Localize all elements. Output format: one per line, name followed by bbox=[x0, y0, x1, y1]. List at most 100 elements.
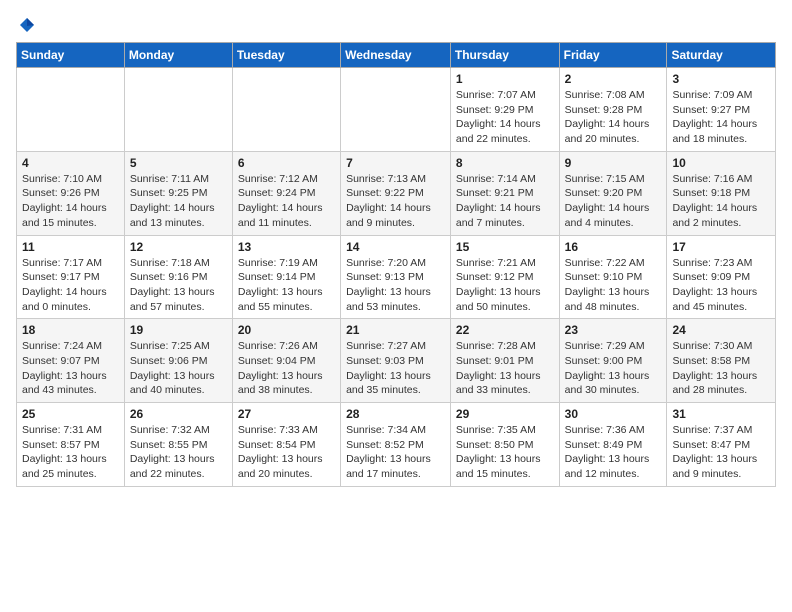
day-number: 16 bbox=[565, 240, 662, 254]
calendar-week-row: 25 Sunrise: 7:31 AM Sunset: 8:57 PM Dayli… bbox=[17, 403, 776, 487]
day-number: 7 bbox=[346, 156, 445, 170]
calendar-cell: 24Sunrise: 7:30 AM Sunset: 8:58 PM Dayli… bbox=[667, 319, 776, 403]
day-info: Sunrise: 7:36 AM Sunset: 8:49 PM Dayligh… bbox=[565, 423, 662, 482]
calendar-header-sunday: Sunday bbox=[17, 43, 125, 68]
calendar-cell: 6Sunrise: 7:12 AM Sunset: 9:24 PM Daylig… bbox=[232, 151, 340, 235]
day-number: 23 bbox=[565, 323, 662, 337]
day-info: Sunrise: 7:23 AM Sunset: 9:09 PM Dayligh… bbox=[672, 256, 770, 315]
day-number: 6 bbox=[238, 156, 335, 170]
calendar-cell: 14 Sunrise: 7:20 AM Sunset: 9:13 PM Dayli… bbox=[341, 235, 451, 319]
day-info: Sunrise: 7:07 AM Sunset: 9:29 PM Dayligh… bbox=[456, 88, 554, 147]
day-number: 26 bbox=[130, 407, 227, 421]
day-number: 1 bbox=[456, 72, 554, 86]
day-number: 18 bbox=[22, 323, 119, 337]
day-number: 14 bbox=[346, 240, 445, 254]
calendar-cell: 4 Sunrise: 7:10 AM Sunset: 9:26 PM Daylig… bbox=[17, 151, 125, 235]
calendar-header-monday: Monday bbox=[124, 43, 232, 68]
calendar-cell: 11 Sunrise: 7:17 AM Sunset: 9:17 PM Dayli… bbox=[17, 235, 125, 319]
day-number: 29 bbox=[456, 407, 554, 421]
day-number: 15 bbox=[456, 240, 554, 254]
calendar-header-friday: Friday bbox=[559, 43, 667, 68]
day-number: 4 bbox=[22, 156, 119, 170]
day-info: Sunrise: 7:37 AM Sunset: 8:47 PM Dayligh… bbox=[672, 423, 770, 482]
day-info: Sunrise: 7:26 AM Sunset: 9:04 PM Dayligh… bbox=[238, 339, 335, 398]
calendar-header-wednesday: Wednesday bbox=[341, 43, 451, 68]
day-number: 27 bbox=[238, 407, 335, 421]
day-info: Sunrise: 7:17 AM Sunset: 9:17 PM Dayligh… bbox=[22, 256, 119, 315]
calendar-cell: 10 Sunrise: 7:16 AM Sunset: 9:18 PM Dayli… bbox=[667, 151, 776, 235]
calendar-cell: 20 Sunrise: 7:26 AM Sunset: 9:04 PM Dayli… bbox=[232, 319, 340, 403]
calendar-cell: 3Sunrise: 7:09 AM Sunset: 9:27 PM Daylig… bbox=[667, 68, 776, 152]
calendar-week-row: 4 Sunrise: 7:10 AM Sunset: 9:26 PM Daylig… bbox=[17, 151, 776, 235]
calendar-cell: 15 Sunrise: 7:21 AM Sunset: 9:12 PM Dayli… bbox=[450, 235, 559, 319]
calendar-cell bbox=[124, 68, 232, 152]
day-info: Sunrise: 7:10 AM Sunset: 9:26 PM Dayligh… bbox=[22, 172, 119, 231]
day-info: Sunrise: 7:29 AM Sunset: 9:00 PM Dayligh… bbox=[565, 339, 662, 398]
day-info: Sunrise: 7:19 AM Sunset: 9:14 PM Dayligh… bbox=[238, 256, 335, 315]
day-info: Sunrise: 7:32 AM Sunset: 8:55 PM Dayligh… bbox=[130, 423, 227, 482]
day-info: Sunrise: 7:22 AM Sunset: 9:10 PM Dayligh… bbox=[565, 256, 662, 315]
calendar-cell: 27 Sunrise: 7:33 AM Sunset: 8:54 PM Dayli… bbox=[232, 403, 340, 487]
calendar-table: SundayMondayTuesdayWednesdayThursdayFrid… bbox=[16, 42, 776, 487]
calendar-cell: 29Sunrise: 7:35 AM Sunset: 8:50 PM Dayli… bbox=[450, 403, 559, 487]
day-number: 8 bbox=[456, 156, 554, 170]
day-number: 25 bbox=[22, 407, 119, 421]
day-number: 13 bbox=[238, 240, 335, 254]
calendar-cell: 7 Sunrise: 7:13 AM Sunset: 9:22 PM Daylig… bbox=[341, 151, 451, 235]
calendar-week-row: 11 Sunrise: 7:17 AM Sunset: 9:17 PM Dayli… bbox=[17, 235, 776, 319]
day-info: Sunrise: 7:14 AM Sunset: 9:21 PM Dayligh… bbox=[456, 172, 554, 231]
calendar-cell: 16 Sunrise: 7:22 AM Sunset: 9:10 PM Dayli… bbox=[559, 235, 667, 319]
calendar-cell bbox=[232, 68, 340, 152]
day-number: 22 bbox=[456, 323, 554, 337]
day-info: Sunrise: 7:31 AM Sunset: 8:57 PM Dayligh… bbox=[22, 423, 119, 482]
day-number: 19 bbox=[130, 323, 227, 337]
calendar-cell: 28 Sunrise: 7:34 AM Sunset: 8:52 PM Dayli… bbox=[341, 403, 451, 487]
logo-icon bbox=[18, 16, 36, 34]
calendar-cell: 21 Sunrise: 7:27 AM Sunset: 9:03 PM Dayli… bbox=[341, 319, 451, 403]
calendar-cell: 18 Sunrise: 7:24 AM Sunset: 9:07 PM Dayli… bbox=[17, 319, 125, 403]
calendar-cell bbox=[17, 68, 125, 152]
day-number: 12 bbox=[130, 240, 227, 254]
day-number: 30 bbox=[565, 407, 662, 421]
day-info: Sunrise: 7:24 AM Sunset: 9:07 PM Dayligh… bbox=[22, 339, 119, 398]
day-number: 2 bbox=[565, 72, 662, 86]
day-number: 10 bbox=[672, 156, 770, 170]
calendar-week-row: 1 Sunrise: 7:07 AM Sunset: 9:29 PM Daylig… bbox=[17, 68, 776, 152]
day-info: Sunrise: 7:25 AM Sunset: 9:06 PM Dayligh… bbox=[130, 339, 227, 398]
day-info: Sunrise: 7:27 AM Sunset: 9:03 PM Dayligh… bbox=[346, 339, 445, 398]
day-info: Sunrise: 7:13 AM Sunset: 9:22 PM Dayligh… bbox=[346, 172, 445, 231]
calendar-cell: 23 Sunrise: 7:29 AM Sunset: 9:00 PM Dayli… bbox=[559, 319, 667, 403]
logo bbox=[16, 16, 36, 34]
calendar-header-thursday: Thursday bbox=[450, 43, 559, 68]
day-number: 28 bbox=[346, 407, 445, 421]
day-info: Sunrise: 7:20 AM Sunset: 9:13 PM Dayligh… bbox=[346, 256, 445, 315]
day-info: Sunrise: 7:15 AM Sunset: 9:20 PM Dayligh… bbox=[565, 172, 662, 231]
calendar-cell: 1 Sunrise: 7:07 AM Sunset: 9:29 PM Daylig… bbox=[450, 68, 559, 152]
calendar-cell: 19 Sunrise: 7:25 AM Sunset: 9:06 PM Dayli… bbox=[124, 319, 232, 403]
day-info: Sunrise: 7:11 AM Sunset: 9:25 PM Dayligh… bbox=[130, 172, 227, 231]
day-number: 11 bbox=[22, 240, 119, 254]
day-number: 3 bbox=[672, 72, 770, 86]
day-info: Sunrise: 7:21 AM Sunset: 9:12 PM Dayligh… bbox=[456, 256, 554, 315]
calendar-cell: 13 Sunrise: 7:19 AM Sunset: 9:14 PM Dayli… bbox=[232, 235, 340, 319]
calendar-cell: 8 Sunrise: 7:14 AM Sunset: 9:21 PM Daylig… bbox=[450, 151, 559, 235]
calendar-cell: 5Sunrise: 7:11 AM Sunset: 9:25 PM Daylig… bbox=[124, 151, 232, 235]
day-info: Sunrise: 7:34 AM Sunset: 8:52 PM Dayligh… bbox=[346, 423, 445, 482]
day-number: 21 bbox=[346, 323, 445, 337]
day-number: 17 bbox=[672, 240, 770, 254]
calendar-cell: 2 Sunrise: 7:08 AM Sunset: 9:28 PM Daylig… bbox=[559, 68, 667, 152]
calendar-header-row: SundayMondayTuesdayWednesdayThursdayFrid… bbox=[17, 43, 776, 68]
day-number: 24 bbox=[672, 323, 770, 337]
day-info: Sunrise: 7:16 AM Sunset: 9:18 PM Dayligh… bbox=[672, 172, 770, 231]
calendar-cell: 12 Sunrise: 7:18 AM Sunset: 9:16 PM Dayli… bbox=[124, 235, 232, 319]
day-number: 20 bbox=[238, 323, 335, 337]
calendar-cell bbox=[341, 68, 451, 152]
calendar-cell: 26 Sunrise: 7:32 AM Sunset: 8:55 PM Dayli… bbox=[124, 403, 232, 487]
day-info: Sunrise: 7:18 AM Sunset: 9:16 PM Dayligh… bbox=[130, 256, 227, 315]
page-header bbox=[16, 16, 776, 34]
day-number: 9 bbox=[565, 156, 662, 170]
calendar-week-row: 18 Sunrise: 7:24 AM Sunset: 9:07 PM Dayli… bbox=[17, 319, 776, 403]
day-info: Sunrise: 7:08 AM Sunset: 9:28 PM Dayligh… bbox=[565, 88, 662, 147]
day-info: Sunrise: 7:33 AM Sunset: 8:54 PM Dayligh… bbox=[238, 423, 335, 482]
calendar-cell: 9 Sunrise: 7:15 AM Sunset: 9:20 PM Daylig… bbox=[559, 151, 667, 235]
